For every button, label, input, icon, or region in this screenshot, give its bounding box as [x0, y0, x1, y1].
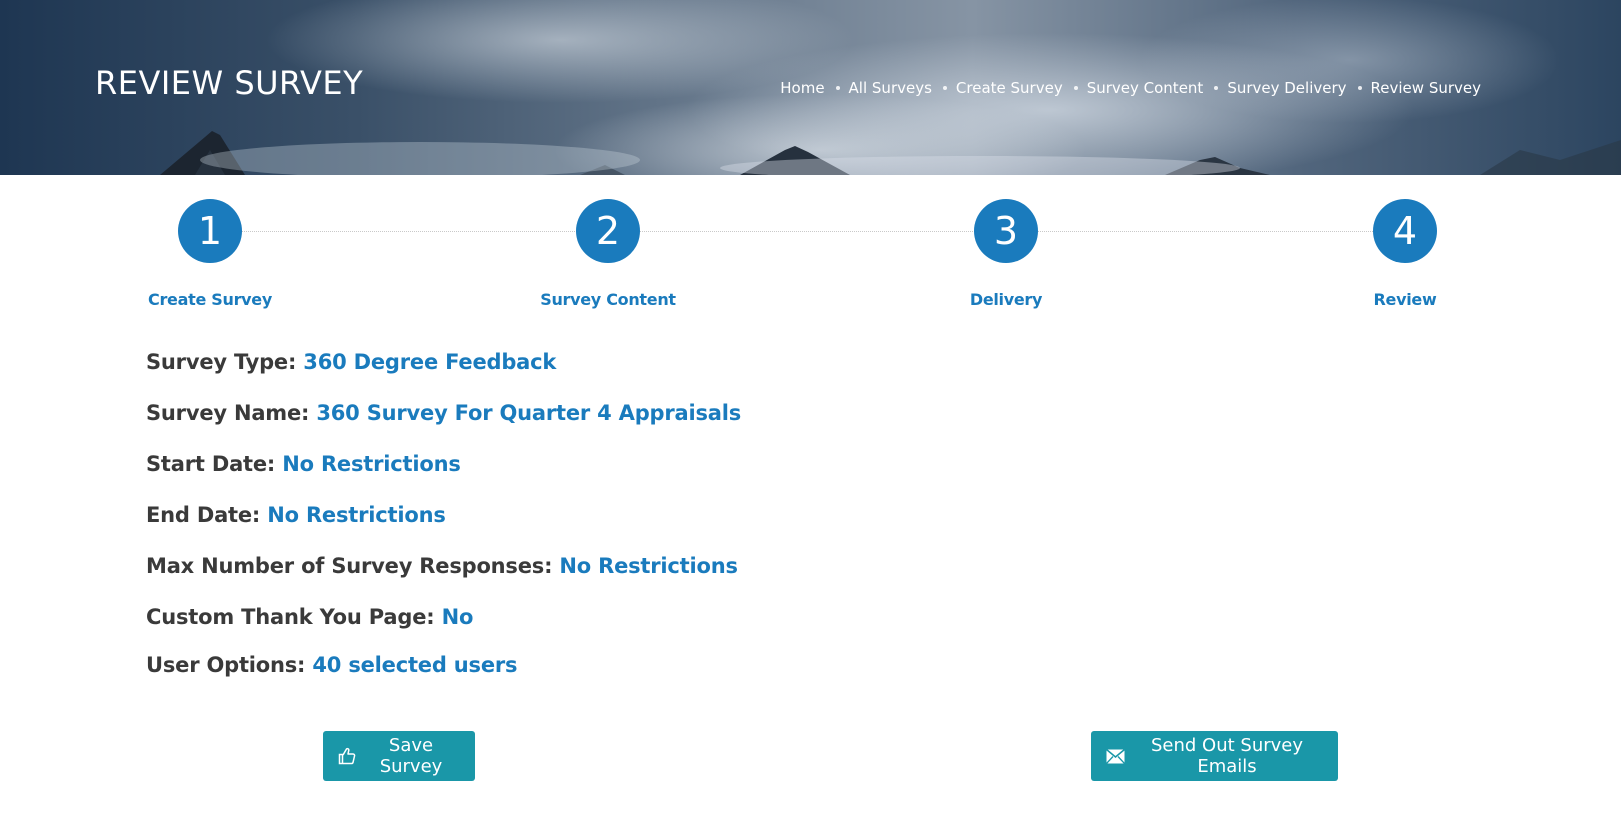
- detail-label: Survey Name:: [146, 401, 310, 425]
- breadcrumb-survey-content[interactable]: Survey Content: [1087, 79, 1204, 97]
- detail-value: 40 selected users: [312, 653, 518, 677]
- detail-survey-name: Survey Name: 360 Survey For Quarter 4 Ap…: [146, 401, 741, 425]
- breadcrumb-home[interactable]: Home: [780, 79, 824, 97]
- breadcrumb-separator: [1357, 86, 1362, 90]
- step-create-survey[interactable]: 1 Create Survey: [120, 199, 300, 309]
- step-delivery[interactable]: 3 Delivery: [916, 199, 1096, 309]
- detail-value: 360 Degree Feedback: [303, 350, 557, 374]
- step-number-badge: 3: [974, 199, 1038, 263]
- breadcrumb-survey-delivery[interactable]: Survey Delivery: [1227, 79, 1346, 97]
- breadcrumb-review-survey[interactable]: Review Survey: [1371, 79, 1481, 97]
- step-number-badge: 4: [1373, 199, 1437, 263]
- step-review[interactable]: 4 Review: [1315, 199, 1495, 309]
- envelope-icon: [1106, 748, 1125, 764]
- detail-survey-type: Survey Type: 360 Degree Feedback: [146, 350, 556, 374]
- step-label: Create Survey: [148, 290, 272, 309]
- save-survey-button[interactable]: Save Survey: [323, 731, 475, 781]
- wizard-steps: 1 Create Survey 2 Survey Content 3 Deliv…: [0, 199, 1621, 319]
- step-survey-content[interactable]: 2 Survey Content: [518, 199, 698, 309]
- steps-connector-line: [210, 231, 1405, 232]
- detail-label: Survey Type:: [146, 350, 297, 374]
- step-number-badge: 1: [178, 199, 242, 263]
- detail-start-date: Start Date: No Restrictions: [146, 452, 461, 476]
- detail-value: 360 Survey For Quarter 4 Appraisals: [316, 401, 742, 425]
- breadcrumb-create-survey[interactable]: Create Survey: [956, 79, 1063, 97]
- breadcrumb-all-surveys[interactable]: All Surveys: [849, 79, 932, 97]
- step-number-badge: 2: [576, 199, 640, 263]
- page-header-banner: REVIEW SURVEY Home All Surveys Create Su…: [0, 0, 1621, 175]
- detail-max-responses: Max Number of Survey Responses: No Restr…: [146, 554, 738, 578]
- detail-thank-you-page: Custom Thank You Page: No: [146, 605, 473, 629]
- send-survey-emails-label: Send Out Survey Emails: [1150, 735, 1304, 777]
- detail-label: User Options:: [146, 653, 306, 677]
- detail-label: Start Date:: [146, 452, 276, 476]
- breadcrumb-separator: [942, 86, 947, 90]
- detail-value: No Restrictions: [559, 554, 738, 578]
- detail-label: Max Number of Survey Responses:: [146, 554, 553, 578]
- detail-user-options: User Options: 40 selected users: [146, 653, 518, 677]
- step-label: Delivery: [969, 290, 1043, 309]
- step-label: Survey Content: [540, 290, 676, 309]
- detail-end-date: End Date: No Restrictions: [146, 503, 446, 527]
- step-label: Review: [1373, 290, 1437, 309]
- breadcrumb: Home All Surveys Create Survey Survey Co…: [780, 79, 1481, 97]
- breadcrumb-separator: [1073, 86, 1078, 90]
- detail-label: Custom Thank You Page:: [146, 605, 435, 629]
- detail-label: End Date:: [146, 503, 261, 527]
- breadcrumb-separator: [835, 86, 840, 90]
- detail-value: No: [441, 605, 474, 629]
- thumbs-up-icon: [338, 747, 356, 765]
- breadcrumb-separator: [1214, 86, 1219, 90]
- detail-value: No Restrictions: [282, 452, 461, 476]
- save-survey-label: Save Survey: [379, 735, 443, 777]
- send-survey-emails-button[interactable]: Send Out Survey Emails: [1091, 731, 1338, 781]
- detail-value: No Restrictions: [267, 503, 446, 527]
- page-title: REVIEW SURVEY: [95, 64, 364, 102]
